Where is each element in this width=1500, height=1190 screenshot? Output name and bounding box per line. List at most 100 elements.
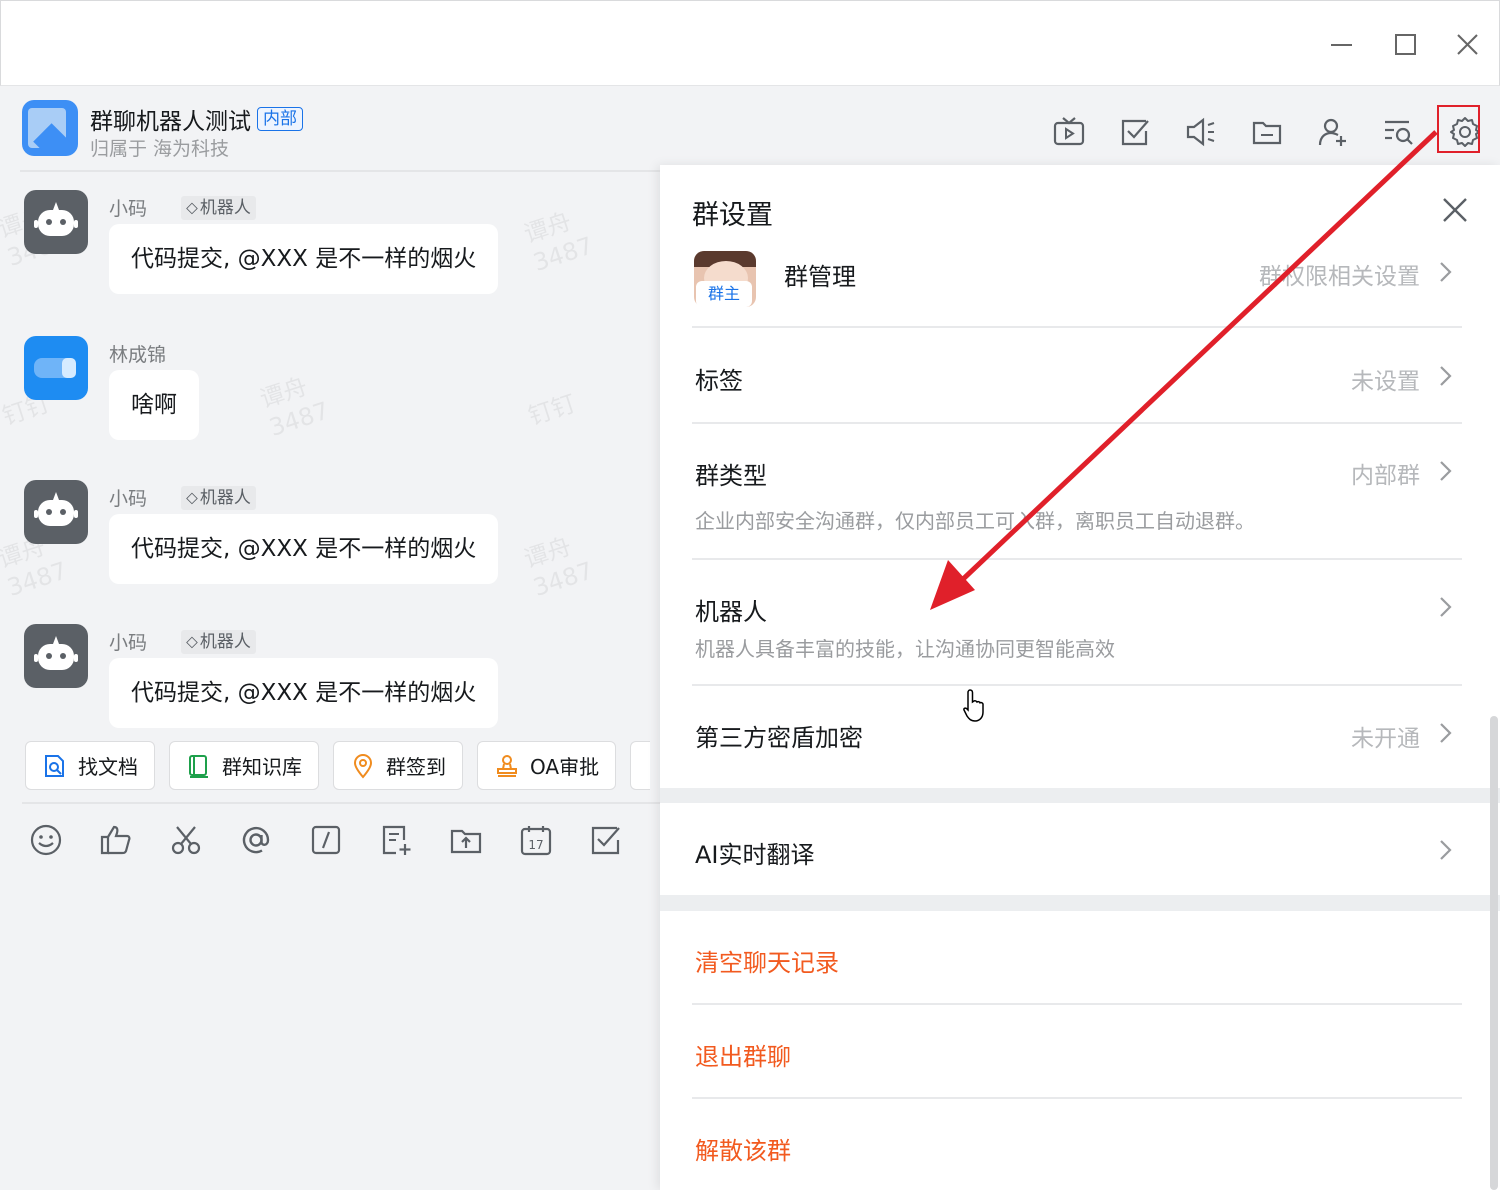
knowledge-base-label: 群知识库 bbox=[222, 755, 302, 779]
input-divider bbox=[22, 802, 662, 804]
emoji-button[interactable] bbox=[28, 822, 64, 858]
chevron-right-icon bbox=[1436, 456, 1456, 486]
group-type-row[interactable]: 群类型 内部群 企业内部安全沟通群，仅内部员工可入群，离职员工自动退群。 bbox=[692, 424, 1462, 560]
sender-name[interactable]: 小码 bbox=[109, 194, 147, 221]
sender-name[interactable]: 林成锦 bbox=[109, 340, 166, 367]
search-history-button[interactable] bbox=[1366, 110, 1432, 154]
third-party-encryption-row[interactable]: 第三方密盾加密 未开通 bbox=[692, 686, 1462, 788]
approval-icon bbox=[497, 754, 517, 777]
message-bubble[interactable]: 啥啊 bbox=[109, 370, 199, 440]
announcement-icon bbox=[1186, 117, 1215, 147]
oa-approval-label: OA审批 bbox=[530, 755, 600, 779]
announcement-button[interactable] bbox=[1168, 110, 1234, 154]
group-manage-row[interactable]: 群主 群管理 群权限相关设置 bbox=[692, 251, 1462, 328]
emoji-icon bbox=[30, 824, 62, 856]
robot-row[interactable]: 机器人 机器人具备丰富的技能，让沟通协同更智能高效 bbox=[692, 560, 1462, 686]
robot-avatar[interactable] bbox=[24, 624, 88, 688]
search-history-icon bbox=[1385, 120, 1413, 145]
calendar-button[interactable]: 17 bbox=[518, 822, 554, 858]
todo-button[interactable] bbox=[1102, 110, 1168, 154]
robot-tag: ⬦ 机器人 bbox=[181, 485, 256, 510]
live-icon bbox=[1053, 117, 1085, 146]
quick-actions-bar: 找文档 群知识库 群签到 OA审批 bbox=[25, 741, 651, 790]
thumbs-up-icon bbox=[100, 825, 131, 855]
group-settings-panel: 群设置 群主 群管理 群权限相关设置 标签 未设置 群类型 内部群 企业内部安全… bbox=[660, 165, 1500, 1190]
chevron-right-icon bbox=[1436, 592, 1456, 622]
group-title[interactable]: 群聊机器人测试 内部 bbox=[90, 102, 303, 136]
message-bubble[interactable]: 代码提交, @XXX 是不一样的烟火 bbox=[109, 514, 499, 584]
add-member-button[interactable] bbox=[1300, 110, 1366, 154]
user-avatar[interactable] bbox=[24, 336, 88, 400]
section-gap bbox=[660, 788, 1500, 803]
add-member-icon bbox=[1318, 118, 1346, 146]
close-icon bbox=[1443, 198, 1467, 222]
quit-group-row[interactable]: 退出群聊 bbox=[692, 1005, 1462, 1099]
close-window-button[interactable] bbox=[1447, 27, 1487, 63]
third-party-label: 第三方密盾加密 bbox=[695, 724, 863, 752]
find-doc-button[interactable]: 找文档 bbox=[25, 741, 155, 790]
upload-file-button[interactable] bbox=[448, 822, 484, 858]
quit-group-label: 退出群聊 bbox=[695, 1043, 791, 1071]
robot-icon bbox=[34, 202, 78, 236]
scissors-icon bbox=[171, 826, 201, 855]
more-quick-action-button[interactable] bbox=[630, 741, 651, 790]
maximize-button[interactable] bbox=[1385, 27, 1425, 63]
panel-title: 群设置 bbox=[692, 200, 773, 231]
knowledge-base-button[interactable]: 群知识库 bbox=[169, 741, 319, 790]
group-checkin-label: 群签到 bbox=[386, 755, 446, 779]
message-sender: 小码 ⬦ 机器人 bbox=[109, 194, 256, 221]
sender-name[interactable]: 小码 bbox=[109, 484, 147, 511]
dissolve-group-label: 解散该群 bbox=[695, 1137, 791, 1165]
section-gap bbox=[660, 895, 1500, 911]
slash-command-button[interactable] bbox=[308, 822, 344, 858]
ai-translate-row[interactable]: AI实时翻译 bbox=[692, 803, 1462, 895]
owner-tag: 群主 bbox=[696, 281, 752, 307]
new-doc-button[interactable] bbox=[378, 822, 414, 858]
create-task-button[interactable] bbox=[588, 822, 624, 858]
chevron-right-icon bbox=[1436, 718, 1456, 748]
group-name: 群聊机器人测试 bbox=[90, 109, 251, 135]
group-avatar[interactable] bbox=[22, 100, 78, 156]
screenshot-button[interactable] bbox=[168, 822, 204, 858]
robot-avatar[interactable] bbox=[24, 480, 88, 544]
watermark: 谭舟3487 bbox=[256, 372, 333, 443]
sender-name[interactable]: 小码 bbox=[109, 628, 147, 655]
maximize-icon bbox=[1395, 34, 1416, 55]
message-sender: 林成锦 bbox=[109, 340, 166, 367]
tags-label: 标签 bbox=[695, 367, 743, 395]
message-bubble[interactable]: 代码提交, @XXX 是不一样的烟火 bbox=[109, 224, 499, 294]
folder-icon bbox=[1252, 121, 1282, 145]
tags-value: 未设置 bbox=[1351, 369, 1420, 395]
checkin-icon bbox=[353, 753, 373, 779]
slash-command-icon bbox=[311, 825, 341, 855]
ai-translate-label: AI实时翻译 bbox=[695, 841, 815, 869]
like-button[interactable] bbox=[98, 822, 134, 858]
group-manage-label: 群管理 bbox=[784, 263, 856, 291]
robot-avatar[interactable] bbox=[24, 190, 88, 254]
live-button[interactable] bbox=[1036, 110, 1102, 154]
files-button[interactable] bbox=[1234, 110, 1300, 154]
panel-scrollbar[interactable] bbox=[1490, 716, 1498, 1190]
oa-approval-button[interactable]: OA审批 bbox=[477, 741, 617, 790]
dissolve-group-row[interactable]: 解散该群 bbox=[692, 1099, 1462, 1190]
minimize-button[interactable] bbox=[1321, 27, 1361, 63]
annotation-highlight-box bbox=[1437, 105, 1480, 153]
close-panel-button[interactable] bbox=[1438, 193, 1472, 227]
message-sender: 小码 ⬦ 机器人 bbox=[109, 484, 256, 511]
robot-tag-label: 机器人 bbox=[199, 487, 251, 508]
message-bubble[interactable]: 代码提交, @XXX 是不一样的烟火 bbox=[109, 658, 499, 728]
window-titlebar bbox=[0, 0, 1500, 86]
clear-history-row[interactable]: 清空聊天记录 bbox=[692, 911, 1462, 1005]
mention-button[interactable] bbox=[238, 822, 274, 858]
robot-tag-label: 机器人 bbox=[199, 197, 251, 218]
robot-desc: 机器人具备丰富的技能，让沟通协同更智能高效 bbox=[695, 637, 1115, 661]
input-toolbar: 17 bbox=[28, 822, 624, 858]
robot-small-icon: ⬦ bbox=[186, 631, 198, 652]
at-icon bbox=[242, 826, 270, 854]
watermark: 谭舟3487 bbox=[520, 207, 597, 278]
chat-header: 群聊机器人测试 内部 归属于 海为科技 bbox=[0, 86, 1500, 172]
group-checkin-button[interactable]: 群签到 bbox=[333, 741, 463, 790]
group-type-label: 群类型 bbox=[695, 462, 767, 490]
clear-history-label: 清空聊天记录 bbox=[695, 949, 839, 977]
tags-row[interactable]: 标签 未设置 bbox=[692, 328, 1462, 424]
